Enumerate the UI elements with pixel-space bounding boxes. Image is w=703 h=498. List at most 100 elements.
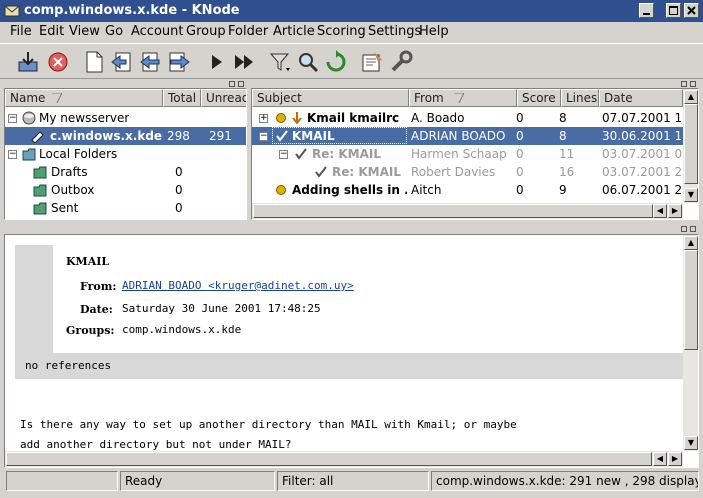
maximize-button[interactable]: [666, 3, 681, 18]
scroll-up-button[interactable]: ▲: [684, 236, 698, 250]
expand-icon[interactable]: +: [259, 114, 268, 123]
article-lines: 16: [559, 165, 575, 179]
folder-name: My newsserver: [39, 111, 130, 125]
scroll-down-button[interactable]: ▼: [684, 436, 698, 450]
toolbar: [0, 43, 703, 79]
menu-article[interactable]: Article: [273, 24, 315, 39]
column-unread-header[interactable]: Unread: [201, 89, 246, 107]
column-total-header[interactable]: Total: [163, 89, 201, 107]
article-row[interactable]: Re: KMAIL Robert Davies 0 16 03.07.2001 …: [252, 163, 683, 181]
scroll-thumb[interactable]: [253, 204, 653, 218]
viewer-pane-dock-handle[interactable]: [4, 225, 699, 233]
stop-network-icon[interactable]: [46, 50, 70, 74]
menu-scoring[interactable]: Scoring: [317, 24, 366, 39]
references-text: no references: [25, 359, 112, 372]
filter-icon[interactable]: [268, 50, 292, 74]
folder-icon: [33, 166, 47, 179]
knode-app-icon[interactable]: [4, 3, 20, 19]
scroll-up-button[interactable]: ▲: [684, 90, 698, 104]
collapse-icon[interactable]: −: [8, 150, 17, 159]
edit-score-icon[interactable]: [360, 50, 384, 74]
scroll-thumb[interactable]: [684, 104, 698, 184]
column-name-label: Name: [10, 91, 46, 105]
column-name-header[interactable]: Name: [5, 89, 163, 107]
column-lines-header[interactable]: Lines: [561, 89, 599, 107]
collapse-icon[interactable]: −: [259, 132, 268, 141]
folder-tree-pane: Name Total Unread − My newsserver c.wind…: [4, 88, 247, 220]
menu-help[interactable]: Help: [419, 24, 449, 39]
column-date-header[interactable]: Date: [599, 89, 683, 107]
folder-name: c.windows.x.kde: [50, 129, 163, 143]
folder-row-drafts[interactable]: Drafts 0: [5, 163, 246, 181]
article-row[interactable]: Adding shells in ... Aitch 0 9 06.07.200…: [252, 181, 683, 199]
folder-row-newsserver[interactable]: − My newsserver: [5, 109, 246, 127]
article-row[interactable]: + Kmail kmailrc A. Boado 0 8 07.07.2001 …: [252, 109, 683, 127]
article-row[interactable]: − Re: KMAIL Harmen Schaap 0 11 03.07.200…: [252, 145, 683, 163]
folder-total: 298: [167, 129, 190, 143]
folder-row-outbox[interactable]: Outbox 0: [5, 181, 246, 199]
read-check-icon: [315, 166, 327, 178]
article-lines: 9: [559, 183, 567, 197]
body-line: Is there any way to set up another direc…: [20, 418, 517, 431]
article-date: 06.07.2001 21:: [602, 183, 683, 197]
folder-icon: [33, 202, 47, 215]
menu-view[interactable]: View: [69, 24, 100, 39]
close-icon: [687, 6, 696, 15]
maximize-icon: [669, 6, 678, 15]
article-score: 0: [516, 183, 524, 197]
sort-indicator-icon: [52, 93, 62, 103]
article-row[interactable]: − KMAIL ADRIAN BOADO 0 8 30.06.2001 17:: [252, 127, 683, 145]
server-icon: [22, 111, 36, 125]
menu-account[interactable]: Account: [131, 24, 184, 39]
article-lines: 8: [559, 111, 567, 125]
column-score-header[interactable]: Score: [517, 89, 561, 107]
minimize-button[interactable]: [639, 3, 654, 18]
window-title: comp.windows.x.kde - KNode: [24, 3, 240, 18]
forward-icon[interactable]: [167, 50, 191, 74]
next-article-icon[interactable]: [204, 50, 228, 74]
menu-go[interactable]: Go: [105, 24, 123, 39]
scroll-thumb[interactable]: [684, 250, 698, 350]
new-article-icon[interactable]: [82, 50, 106, 74]
scroll-left-button[interactable]: ◀: [653, 204, 667, 218]
search-icon[interactable]: [296, 50, 320, 74]
title-bar: comp.windows.x.kde - KNode: [0, 0, 703, 22]
next-unread-icon[interactable]: [232, 50, 256, 74]
collapse-icon[interactable]: −: [8, 114, 17, 123]
menu-bar: File Edit View Go Account Group Folder A…: [0, 22, 703, 42]
article-subject: Re: KMAIL: [332, 165, 401, 179]
folder-row-sent[interactable]: Sent 0: [5, 199, 246, 217]
column-from-header[interactable]: From: [409, 89, 517, 107]
menu-settings[interactable]: Settings: [368, 24, 421, 39]
scroll-left-button[interactable]: ◀: [653, 452, 667, 466]
get-new-articles-icon[interactable]: [16, 50, 40, 74]
menu-file[interactable]: File: [10, 24, 32, 39]
scroll-down-button[interactable]: ▼: [684, 188, 698, 202]
configure-icon[interactable]: [389, 50, 413, 74]
reply-icon[interactable]: [139, 50, 163, 74]
folder-pane-dock-handle[interactable]: [4, 80, 247, 88]
article-list-pane: Subject From Score Lines Date + Kmail km…: [251, 88, 699, 220]
article-score: 0: [516, 111, 524, 125]
refresh-icon[interactable]: [324, 50, 348, 74]
article-date: 07.07.2001 18:: [602, 111, 683, 125]
post-to-newsgroup-icon[interactable]: [110, 50, 134, 74]
column-from-label: From: [414, 91, 444, 105]
folder-row-newsgroup[interactable]: c.windows.x.kde 298 291: [5, 127, 246, 145]
references-bar: [15, 353, 683, 379]
from-link[interactable]: ADRIAN BOADO <kruger@adinet.com.uy>: [122, 279, 354, 292]
folder-row-local-folders[interactable]: − Local Folders: [5, 145, 246, 163]
scroll-right-button[interactable]: ▶: [668, 204, 682, 218]
column-subject-header[interactable]: Subject: [252, 89, 409, 107]
menu-folder[interactable]: Folder: [228, 24, 268, 39]
scroll-thumb[interactable]: [6, 452, 652, 466]
progress-cell: [6, 471, 118, 491]
close-button[interactable]: [684, 3, 699, 18]
article-from: Robert Davies: [411, 165, 496, 179]
article-pane-dock-handle[interactable]: [251, 80, 699, 88]
scroll-right-button[interactable]: ▶: [668, 452, 682, 466]
menu-group[interactable]: Group: [186, 24, 226, 39]
collapse-icon[interactable]: −: [279, 150, 288, 159]
article-score: 0: [516, 165, 524, 179]
menu-edit[interactable]: Edit: [39, 24, 64, 39]
